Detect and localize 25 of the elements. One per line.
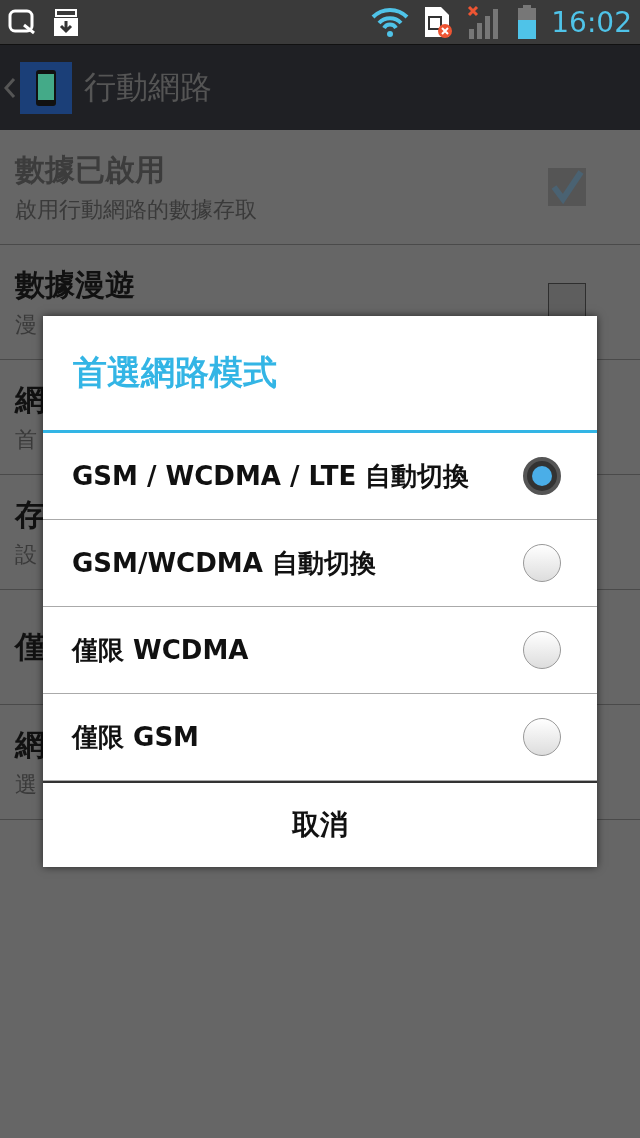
radio-button[interactable] (523, 457, 561, 495)
setting-title: 網 (15, 380, 45, 419)
setting-title: 數據漫遊 (15, 265, 135, 304)
dialog-title: 首選網路模式 (43, 316, 597, 433)
option-label: GSM/WCDMA 自動切換 (72, 546, 376, 580)
radio-button[interactable] (523, 544, 561, 582)
radio-button[interactable] (523, 631, 561, 669)
cancel-button[interactable]: 取消 (43, 781, 597, 867)
download-box-icon[interactable] (52, 6, 80, 38)
setting-title: 網 (15, 725, 45, 764)
quick-memo-icon[interactable] (8, 9, 38, 35)
wifi-icon (371, 7, 410, 37)
option-label: 僅限 WCDMA (72, 633, 249, 667)
sim-card-error-icon (423, 5, 454, 39)
option-label: GSM / WCDMA / LTE 自動切換 (72, 459, 470, 493)
setting-title: 存 (15, 495, 45, 534)
radio-button[interactable] (523, 718, 561, 756)
radio-option[interactable]: 僅限 WCDMA (43, 607, 597, 694)
status-time: 16:02 (551, 5, 632, 39)
option-label: 僅限 GSM (72, 720, 199, 754)
phone-app-icon[interactable] (20, 61, 72, 114)
radio-option[interactable]: GSM/WCDMA 自動切換 (43, 520, 597, 607)
setting-title: 僅 (15, 627, 45, 666)
radio-option[interactable]: GSM / WCDMA / LTE 自動切換 (43, 433, 597, 520)
battery-icon (517, 5, 538, 39)
